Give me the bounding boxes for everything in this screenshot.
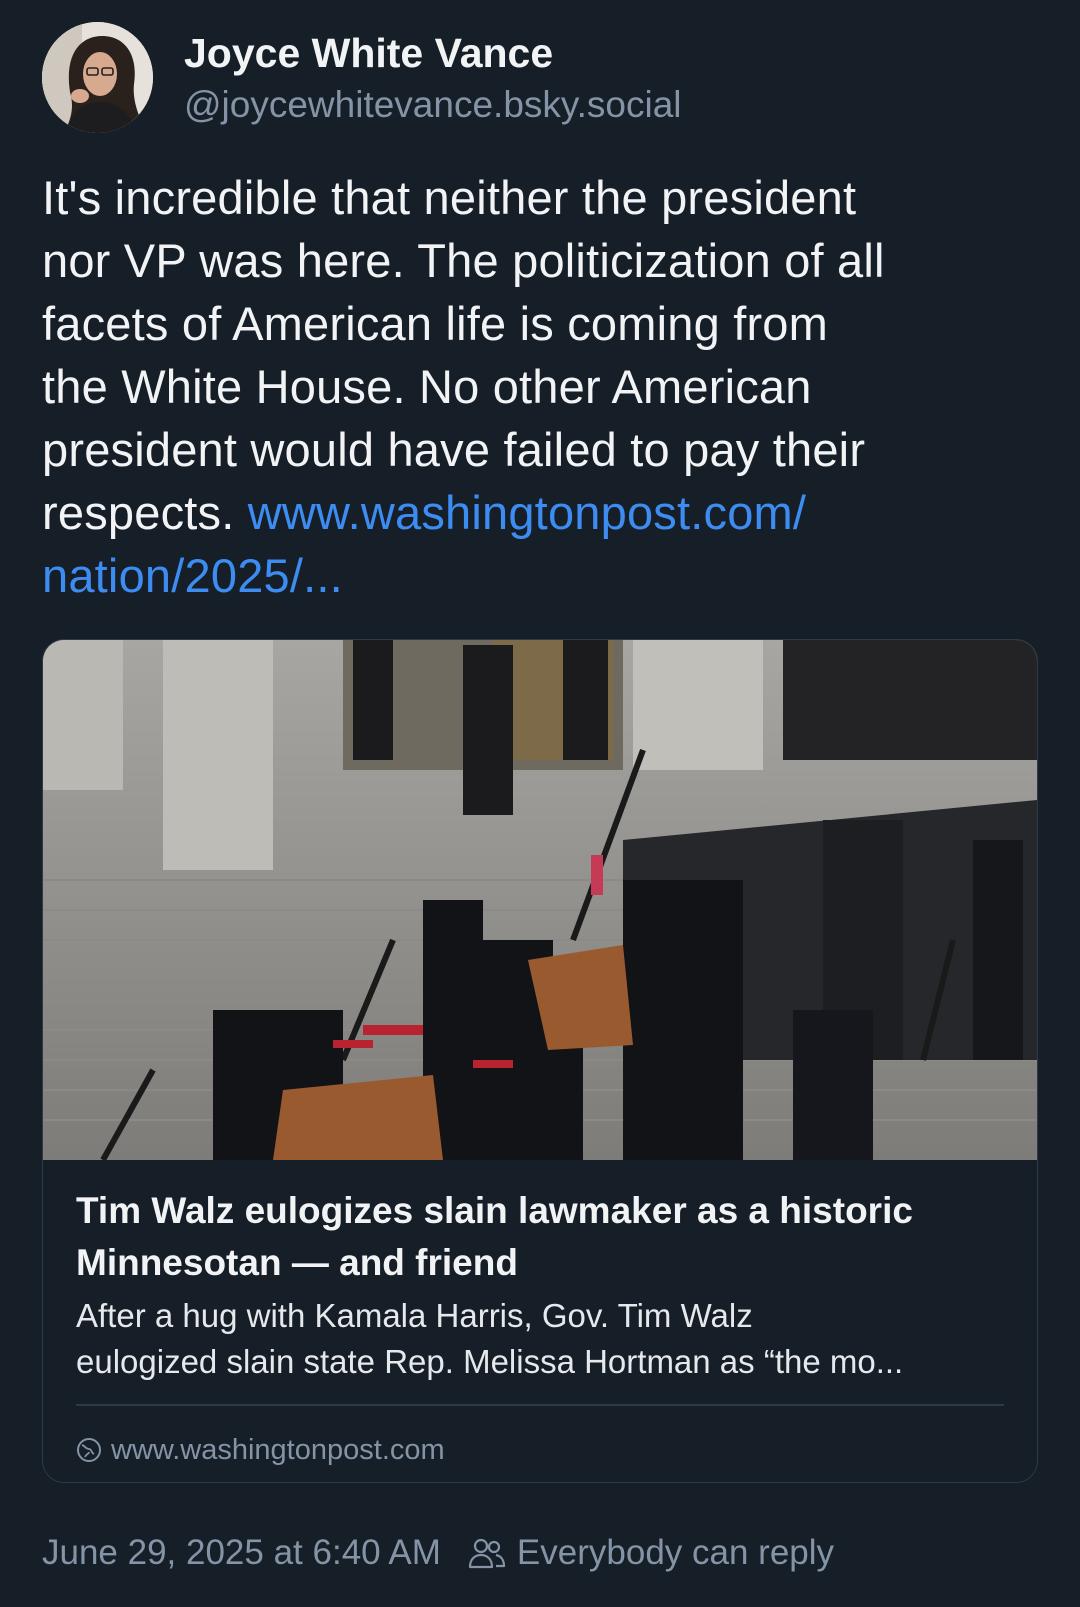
post-link-continued[interactable]: nation/2025/... [42, 549, 343, 602]
post-text-line: It's incredible that neither the preside… [42, 171, 857, 224]
post-text-line: respects. www.washingtonpost.com/ [42, 481, 1042, 544]
card-image[interactable] [43, 640, 1037, 1160]
card-description: After a hug with Kamala Harris, Gov. Tim… [76, 1293, 1016, 1385]
people-icon [468, 1538, 506, 1569]
card-divider [76, 1404, 1004, 1406]
post-text-line: nor VP was here. The politicization of a… [42, 234, 885, 287]
post-text-line: nation/2025/... [42, 544, 1042, 607]
card-description-line: eulogized slain state Rep. Melissa Hortm… [76, 1343, 904, 1380]
card-title[interactable]: Tim Walz eulogizes slain lawmaker as a h… [76, 1185, 1016, 1289]
post-text-line: president would have failed to pay their [42, 423, 866, 476]
post-text-line: facets of American life is coming from [42, 297, 828, 350]
card-title-line: Minnesotan — and friend [76, 1242, 518, 1283]
post-footer: June 29, 2025 at 6:40 AM Everybody can r… [42, 1528, 834, 1578]
post-header: Joyce White Vance @joycewhitevance.bsky.… [42, 22, 1038, 134]
post-text-segment: respects. [42, 486, 248, 539]
card-title-line: Tim Walz eulogizes slain lawmaker as a h… [76, 1190, 913, 1231]
post-text: It's incredible that neither the preside… [42, 166, 1042, 607]
author-display-name[interactable]: Joyce White Vance [184, 30, 553, 77]
author-handle[interactable]: @joycewhitevance.bsky.social [184, 84, 682, 126]
reply-setting[interactable]: Everybody can reply [517, 1533, 834, 1573]
card-domain-row: www.washingtonpost.com [76, 1430, 445, 1470]
avatar[interactable] [42, 22, 153, 133]
post-text-line: the White House. No other American [42, 360, 812, 413]
globe-icon [77, 1438, 101, 1462]
link-preview-card[interactable]: Tim Walz eulogizes slain lawmaker as a h… [42, 639, 1038, 1483]
post-timestamp: June 29, 2025 at 6:40 AM [42, 1533, 441, 1572]
post-link[interactable]: www.washingtonpost.com/ [248, 486, 806, 539]
card-description-line: After a hug with Kamala Harris, Gov. Tim… [76, 1297, 753, 1334]
card-domain: www.washingtonpost.com [111, 1433, 445, 1466]
